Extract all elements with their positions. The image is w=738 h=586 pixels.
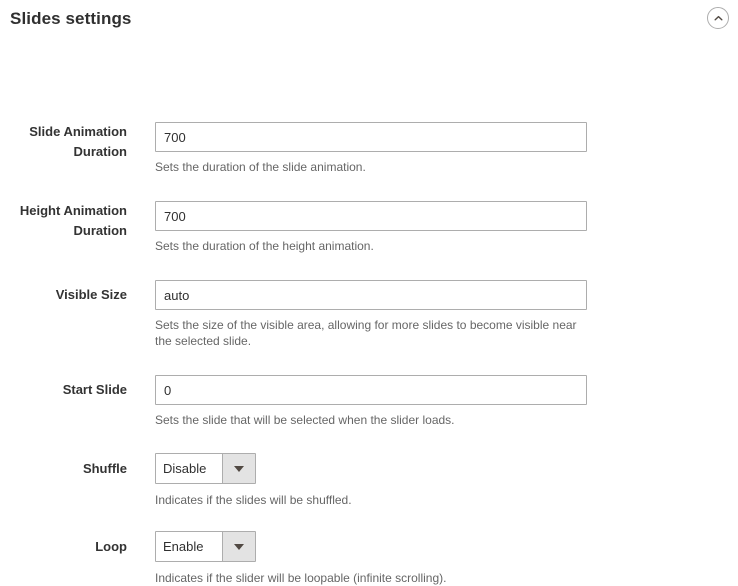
label-start-slide: Start Slide (62, 382, 127, 397)
control-shuffle: Disable (155, 453, 256, 489)
note-visible-size: Sets the size of the visible area, allow… (155, 318, 577, 348)
loop-select[interactable]: Enable (155, 531, 256, 562)
loop-dropdown-button[interactable] (222, 532, 255, 561)
label-shuffle: Shuffle (82, 461, 127, 476)
control-start-slide (155, 375, 587, 405)
control-loop: Enable (155, 531, 256, 567)
shuffle-selected-value: Disable (156, 454, 222, 483)
visible-size-input[interactable] (155, 280, 587, 310)
note-start-slide: Sets the slide that will be selected whe… (155, 413, 455, 427)
shuffle-select[interactable]: Disable (155, 453, 256, 484)
chevron-up-circle-icon (712, 12, 725, 25)
height-animation-duration-input[interactable] (155, 201, 587, 231)
chevron-down-icon (234, 543, 244, 550)
note-height-animation-duration: Sets the duration of the height animatio… (155, 239, 374, 253)
control-slide-animation-duration (155, 122, 587, 152)
slide-animation-duration-input[interactable] (155, 122, 587, 152)
label-height-animation-duration: Height Animation Duration (19, 203, 127, 238)
label-slide-animation-duration: Slide Animation Duration (29, 124, 127, 159)
note-loop: Indicates if the slider will be loopable… (155, 571, 447, 585)
control-height-animation-duration (155, 201, 587, 231)
start-slide-input[interactable] (155, 375, 587, 405)
label-loop: Loop (95, 539, 127, 554)
slides-settings-header: Slides settings (0, 0, 738, 44)
collapse-section-button[interactable] (707, 7, 729, 29)
chevron-down-icon (234, 465, 244, 472)
loop-selected-value: Enable (156, 532, 222, 561)
note-shuffle: Indicates if the slides will be shuffled… (155, 493, 352, 507)
label-visible-size: Visible Size (55, 287, 127, 302)
shuffle-dropdown-button[interactable] (222, 454, 255, 483)
note-slide-animation-duration: Sets the duration of the slide animation… (155, 160, 366, 174)
page-title: Slides settings (10, 9, 132, 28)
control-visible-size (155, 280, 587, 310)
